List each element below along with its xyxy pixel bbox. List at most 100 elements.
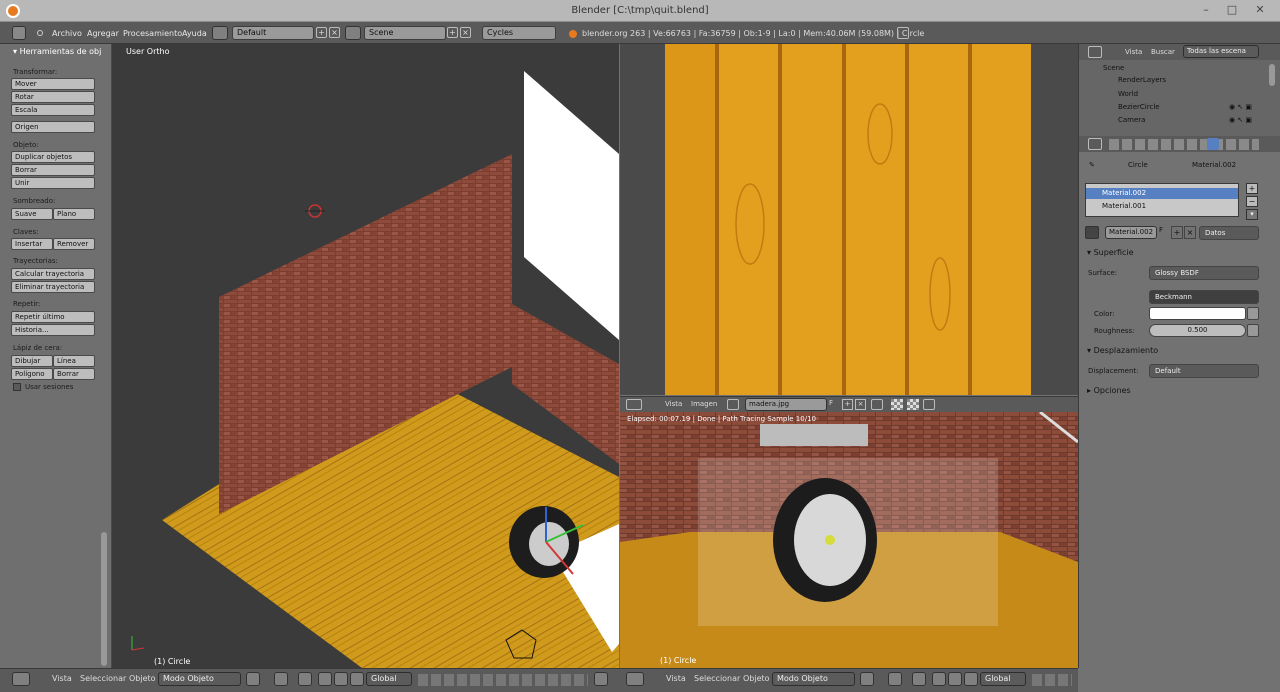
smooth-button[interactable]: Suave (11, 208, 53, 220)
manipulator-icon[interactable] (298, 672, 312, 686)
surface-shader-select[interactable]: Glossy BSDF (1149, 266, 1259, 280)
fake-user-toggle[interactable]: F (1159, 226, 1170, 239)
editor-type-icon[interactable] (12, 26, 26, 40)
tool-shelf-header[interactable]: ▾ Herramientas de obj (13, 47, 101, 56)
channels-icon[interactable] (907, 399, 919, 410)
material-slot-item[interactable]: Material.001 (1086, 201, 1238, 212)
fake-user-toggle[interactable]: F (829, 399, 839, 410)
editor-type-icon[interactable] (626, 672, 644, 686)
maximize-button[interactable]: □ (1222, 3, 1242, 18)
scale-manipulator-icon[interactable] (964, 672, 978, 686)
remove-screen-button[interactable]: × (329, 27, 340, 38)
image-editor-canvas[interactable] (620, 44, 1078, 395)
render-preview-icon[interactable] (594, 672, 608, 686)
rotate-manipulator-icon[interactable] (334, 672, 348, 686)
menu-procesamiento[interactable]: Procesamiento (123, 29, 182, 38)
new-material-button[interactable]: + (1171, 226, 1183, 239)
rotate-button[interactable]: Rotar (11, 91, 95, 103)
material-browse-icon[interactable] (1085, 226, 1099, 239)
history-button[interactable]: Historia... (11, 324, 95, 336)
menu-objeto[interactable]: Objeto (743, 674, 770, 683)
displacement-select[interactable]: Default (1149, 364, 1259, 378)
outliner-item-renderlayers[interactable]: RenderLayers (1118, 76, 1166, 84)
options-panel-header[interactable]: ▸ Opciones (1087, 386, 1131, 395)
use-sessions-checkbox[interactable] (13, 383, 21, 391)
viewport-shading-icon[interactable] (860, 672, 874, 686)
render-result-view[interactable]: Elapsed: 00:07.19 | Done | Path Tracing … (620, 412, 1078, 668)
editor-type-icon[interactable] (1088, 46, 1102, 58)
menu-imagen[interactable]: Imagen (691, 400, 717, 408)
new-image-button[interactable]: + (842, 399, 853, 410)
alpha-checker-icon[interactable] (891, 399, 903, 410)
translate-manipulator-icon[interactable] (318, 672, 332, 686)
menu-archivo[interactable]: Archivo (52, 29, 82, 38)
pin-icon[interactable]: ✎ (1089, 161, 1095, 169)
displacement-panel-header[interactable]: ▾ Desplazamiento (1087, 346, 1158, 355)
scene-icon[interactable] (345, 26, 361, 40)
move-button[interactable]: Mover (11, 78, 95, 90)
add-scene-button[interactable]: + (447, 27, 458, 38)
duplicate-button[interactable]: Duplicar objetos (11, 151, 95, 163)
menu-seleccionar[interactable]: Seleccionar (80, 674, 126, 683)
layer-buttons[interactable] (418, 674, 588, 686)
menu-vista[interactable]: Vista (666, 674, 686, 683)
visibility-eye-icon[interactable]: ◉ ↖ ▣ (1229, 103, 1252, 111)
material-slots-list[interactable]: Material.002 Material.001 (1085, 183, 1239, 217)
pin-icon[interactable] (871, 399, 883, 410)
color-swatch[interactable] (1149, 307, 1246, 320)
outliner-menu-buscar[interactable]: Buscar (1151, 48, 1175, 56)
outliner-scrollbar[interactable] (1269, 64, 1275, 86)
unlink-image-button[interactable]: × (855, 399, 866, 410)
slot-specials-button[interactable]: ▾ (1246, 209, 1258, 220)
mode-select[interactable]: Modo Objeto (772, 672, 855, 686)
distribution-select[interactable]: Beckmann (1149, 290, 1259, 304)
orientation-select[interactable]: Global (980, 672, 1026, 686)
scale-manipulator-icon[interactable] (350, 672, 364, 686)
roughness-link-icon[interactable] (1247, 324, 1259, 337)
menu-vista[interactable]: Vista (52, 674, 72, 683)
manipulator-icon[interactable] (912, 672, 926, 686)
editor-type-icon[interactable] (12, 672, 30, 686)
visibility-eye-icon[interactable]: ◉ ↖ ▣ (1229, 116, 1252, 124)
editor-type-icon[interactable] (1088, 138, 1102, 150)
remove-key-button[interactable]: Remover (53, 238, 95, 250)
minimize-button[interactable]: – (1196, 3, 1216, 18)
join-button[interactable]: Unir (11, 177, 95, 189)
tool-shelf-scrollbar[interactable] (101, 532, 107, 666)
editor-type-icon[interactable] (626, 399, 642, 410)
image-browse-icon[interactable] (727, 399, 739, 410)
outliner-item-scene[interactable]: Scene (1103, 64, 1124, 72)
properties-context-tabs[interactable] (1109, 139, 1259, 150)
pivot-point-icon[interactable] (274, 672, 288, 686)
line-button[interactable]: Línea (53, 355, 95, 367)
surface-panel-header[interactable]: ▾ Superficie (1087, 248, 1134, 257)
erase-button[interactable]: Borrar (53, 368, 95, 380)
remove-slot-button[interactable]: − (1246, 196, 1258, 207)
clear-path-button[interactable]: Eliminar trayectoria (11, 281, 95, 293)
material-tab-icon[interactable] (1207, 138, 1219, 150)
render-engine-select[interactable]: Cycles (482, 26, 556, 40)
translate-manipulator-icon[interactable] (932, 672, 946, 686)
scale-button[interactable]: Escala (11, 104, 95, 116)
draw-button[interactable]: Dibujar (11, 355, 53, 367)
mode-select[interactable]: Modo Objeto (158, 672, 241, 686)
menu-ayuda[interactable]: Ayuda (182, 29, 207, 38)
scopes-icon[interactable] (923, 399, 935, 410)
outliner-item-world[interactable]: World (1118, 90, 1138, 98)
outliner-item-beziercircle[interactable]: BezierCircle (1118, 103, 1160, 111)
outliner-filter-select[interactable]: Todas las escena (1183, 45, 1259, 58)
orientation-select[interactable]: Global (366, 672, 412, 686)
close-button[interactable]: ✕ (1250, 3, 1270, 18)
image-name-field[interactable]: madera.jpg (745, 398, 827, 411)
insert-key-button[interactable]: Insertar (11, 238, 53, 250)
roughness-slider[interactable]: 0.500 (1149, 324, 1246, 337)
pivot-point-icon[interactable] (888, 672, 902, 686)
viewport-shading-icon[interactable] (246, 672, 260, 686)
remove-scene-button[interactable]: × (460, 27, 471, 38)
layer-buttons[interactable] (1032, 674, 1072, 686)
menu-agregar[interactable]: Agregar (87, 29, 119, 38)
polygon-button[interactable]: Polígono (11, 368, 53, 380)
calc-path-button[interactable]: Calcular trayectoria (11, 268, 95, 280)
add-slot-button[interactable]: + (1246, 183, 1258, 194)
link-data-select[interactable]: Datos (1199, 226, 1259, 240)
